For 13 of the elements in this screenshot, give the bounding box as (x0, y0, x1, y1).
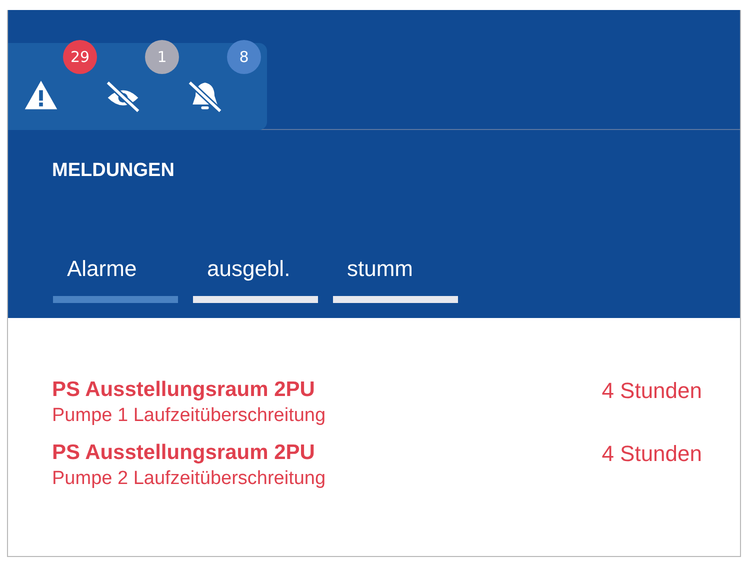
count-badge: 29 (63, 40, 97, 74)
alarm-message: Pumpe 2 Laufzeitüberschreitung (52, 468, 326, 490)
alarm-message: Pumpe 1 Laufzeitüberschreitung (52, 405, 326, 427)
alarm-age: 4 Stunden (602, 441, 702, 468)
tab[interactable]: stumm (333, 256, 458, 303)
tab[interactable]: Alarme (53, 256, 178, 303)
alarm-age: 4 Stunden (602, 378, 702, 405)
section-title: MELDUNGEN (51, 159, 176, 183)
alarm-source[interactable]: PS Ausstellungsraum 2PU (52, 441, 326, 465)
alarm-source[interactable]: PS Ausstellungsraum 2PU (52, 378, 326, 402)
tab[interactable]: ausgebl. (193, 256, 318, 303)
count-badge: 1 (145, 40, 179, 74)
count-badge: 8 (227, 40, 261, 74)
